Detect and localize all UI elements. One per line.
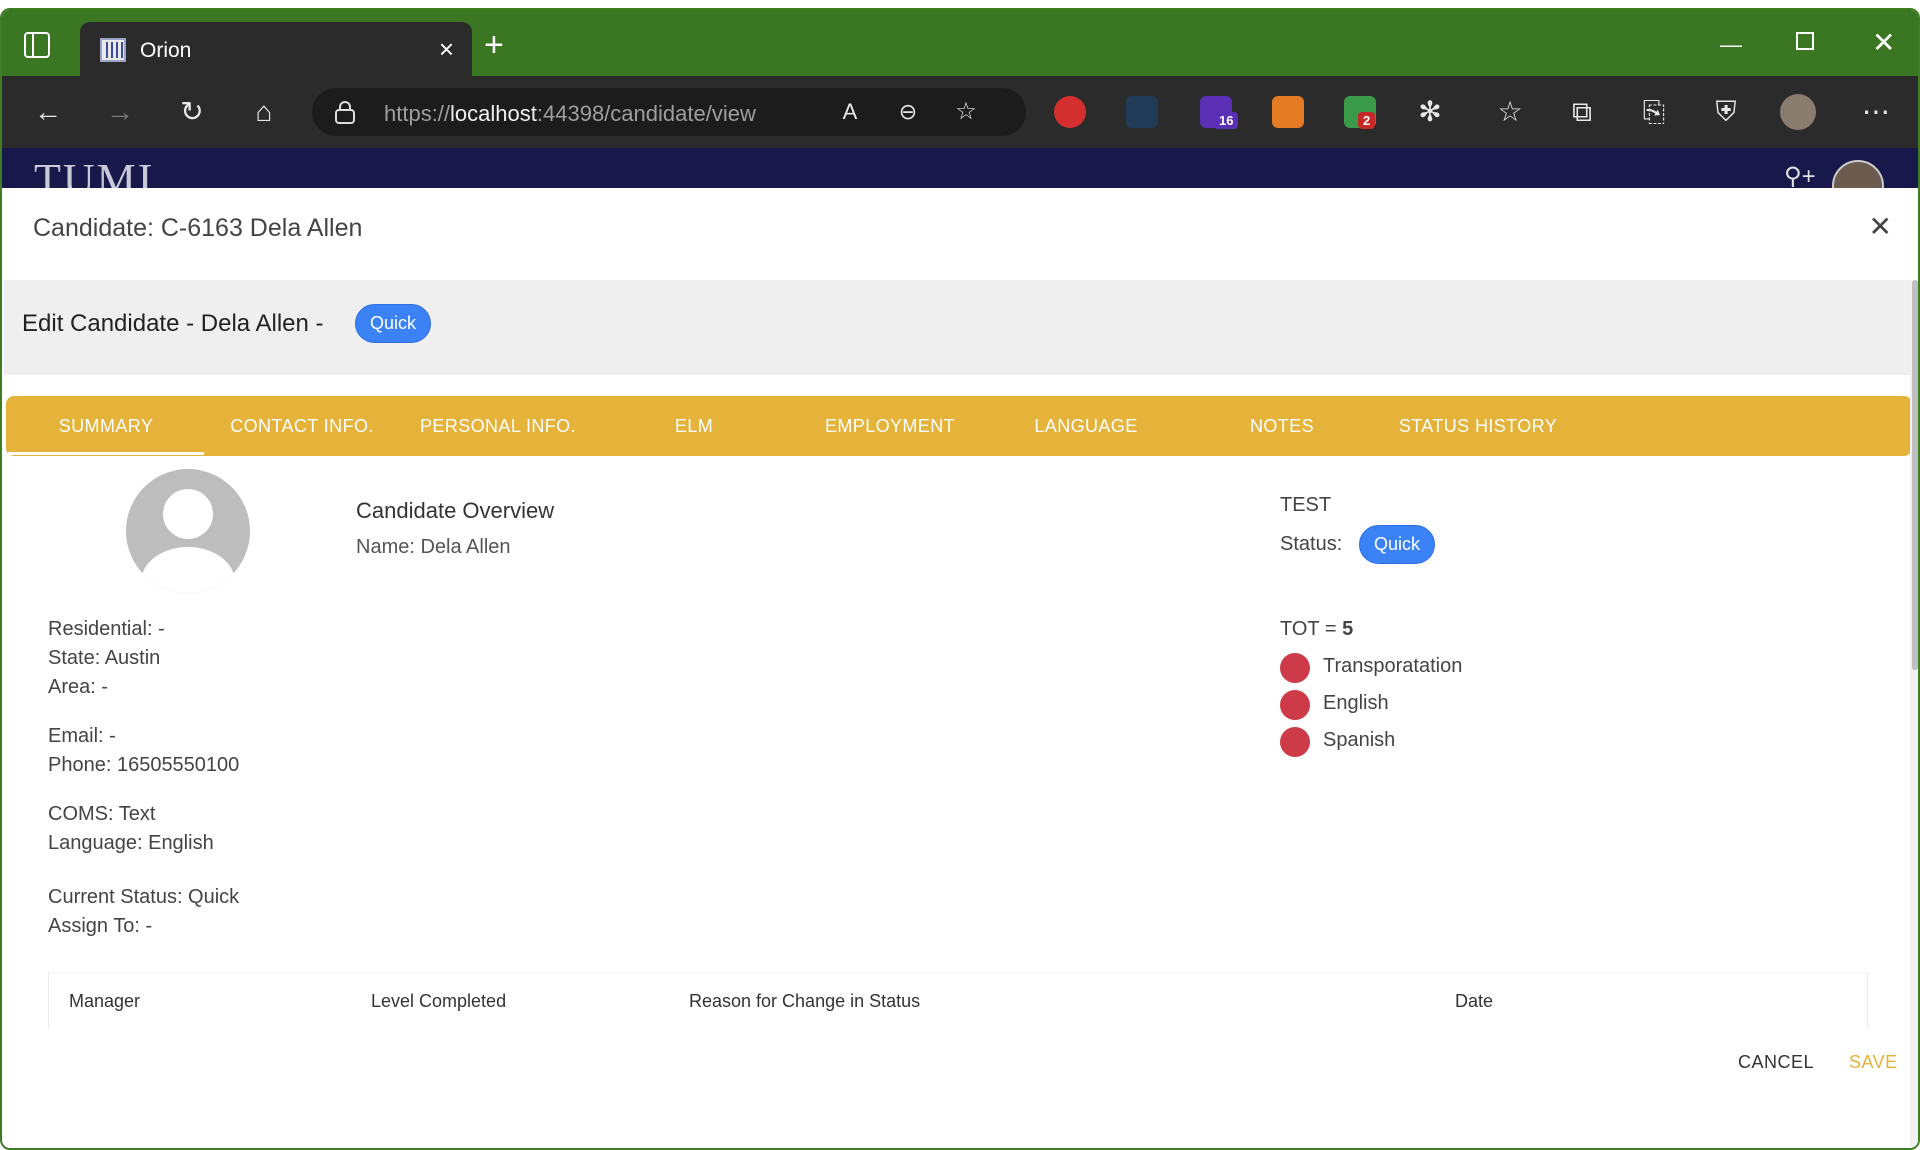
modal-scrollbar[interactable]: [1910, 280, 1918, 1148]
close-window-icon[interactable]: ✕: [1872, 26, 1895, 59]
modal-title: Candidate: C-6163 Dela Allen: [33, 214, 363, 242]
tot-label: TOT =: [1280, 618, 1343, 640]
col-reason[interactable]: Reason for Change in Status: [689, 991, 920, 1012]
status-history-grid: Manager Level Completed Reason for Chang…: [48, 972, 1868, 1028]
extensions-icon[interactable]: ✻: [1412, 94, 1448, 130]
home-icon[interactable]: ⌂: [246, 94, 282, 130]
read-aloud-icon[interactable]: A: [832, 94, 868, 130]
area-field: Area: -: [48, 676, 109, 698]
col-level-completed[interactable]: Level Completed: [371, 991, 506, 1012]
status-dot: [1280, 653, 1310, 683]
back-icon[interactable]: ←: [30, 94, 66, 130]
browser-window: Orion × + — ✕ ← → ↻ ⌂ https://localhost:…: [0, 8, 1920, 1150]
tab-elm[interactable]: ELM: [596, 416, 792, 437]
browser-tab[interactable]: Orion ×: [80, 22, 472, 78]
status-dot: [1280, 727, 1310, 757]
add-user-icon[interactable]: ⚲+: [1784, 162, 1816, 191]
checklist-item-3: Spanish: [1323, 729, 1396, 751]
current-status-field: Current Status: Quick: [48, 886, 240, 908]
edit-candidate-label: Edit Candidate - Dela Allen -: [22, 310, 324, 337]
status-label: Status:: [1280, 533, 1343, 555]
stop-extension-icon[interactable]: [1054, 96, 1086, 128]
tab-title: Orion: [140, 39, 192, 62]
coms-field: COMS: Text: [48, 803, 156, 825]
screen: Orion × + — ✕ ← → ↻ ⌂ https://localhost:…: [0, 0, 1920, 1150]
extension-badge-2: 2: [1358, 112, 1376, 129]
state-field: State: Austin: [48, 647, 161, 669]
save-button[interactable]: SAVE: [1849, 1052, 1898, 1073]
tab-language[interactable]: LANGUAGE: [988, 416, 1184, 437]
tab-employment[interactable]: EMPLOYMENT: [792, 416, 988, 437]
minimize-icon[interactable]: —: [1720, 32, 1742, 58]
active-tab-indicator: [8, 452, 204, 455]
forward-icon[interactable]: →: [102, 94, 138, 130]
tab-close-icon[interactable]: ×: [439, 36, 454, 62]
lock-icon[interactable]: [334, 100, 356, 124]
purple-extension-icon[interactable]: 16: [1200, 96, 1239, 129]
modal-close-icon[interactable]: ✕: [1869, 210, 1892, 243]
cancel-button[interactable]: CANCEL: [1738, 1052, 1814, 1073]
email-field: Email: -: [48, 725, 116, 747]
phone-field: Phone: 16505550100: [48, 754, 240, 776]
new-tab-icon[interactable]: +: [484, 28, 504, 62]
extension-badge: 16: [1214, 112, 1239, 129]
scrollbar-thumb[interactable]: [1912, 280, 1918, 670]
tab-personal-info[interactable]: PERSONAL INFO.: [400, 416, 596, 437]
overview-name: Name: Dela Allen: [356, 536, 511, 558]
edit-candidate-header: Edit Candidate - Dela Allen - Quick: [4, 280, 1910, 375]
checklist-item-2: English: [1323, 692, 1389, 714]
browser-tabstrip: Orion × + — ✕: [2, 10, 1918, 78]
candidate-modal: Candidate: C-6163 Dela Allen ✕ Edit Cand…: [4, 188, 1918, 1148]
security-icon[interactable]: ⛨: [1708, 94, 1744, 130]
address-bar[interactable]: https://localhost:44398/candidate/view A…: [312, 88, 1026, 136]
browser-toolbar: ← → ↻ ⌂ https://localhost:44398/candidat…: [2, 76, 1918, 148]
app-header: TUMI ⚲+: [2, 148, 1918, 212]
tab-status-history[interactable]: STATUS HISTORY: [1380, 416, 1576, 437]
tab-actions-icon[interactable]: [24, 32, 50, 58]
profile-avatar[interactable]: [1780, 94, 1816, 130]
maximize-icon[interactable]: [1796, 30, 1814, 56]
col-date[interactable]: Date: [1455, 991, 1493, 1012]
candidate-avatar: [126, 469, 250, 593]
share-icon[interactable]: ⎘: [1636, 94, 1672, 130]
status-dot: [1280, 690, 1310, 720]
test-label: TEST: [1280, 494, 1332, 516]
more-menu-icon[interactable]: ⋯: [1858, 94, 1894, 130]
tab-summary[interactable]: SUMMARY: [8, 416, 204, 437]
multicolor-extension-icon[interactable]: 2: [1344, 96, 1376, 129]
favorites-icon[interactable]: ☆: [1492, 94, 1528, 130]
col-manager[interactable]: Manager: [69, 991, 140, 1012]
metamask-icon[interactable]: [1272, 96, 1304, 128]
tab-notes[interactable]: NOTES: [1184, 416, 1380, 437]
residential-field: Residential: -: [48, 618, 165, 640]
collections-icon[interactable]: ⧉: [1564, 94, 1600, 130]
assign-to-field: Assign To: -: [48, 915, 153, 937]
tot-line: TOT = 5: [1280, 618, 1353, 641]
section-tabs: SUMMARY CONTACT INFO. PERSONAL INFO. ELM…: [6, 396, 1912, 456]
url-text: https://localhost:44398/candidate/view: [384, 101, 756, 126]
refresh-icon[interactable]: ↻: [174, 94, 210, 130]
checklist-item-1: Transporatation: [1323, 655, 1463, 677]
status-pill: Quick: [1359, 525, 1436, 564]
language-field: Language: English: [48, 832, 214, 854]
tot-value: 5: [1342, 618, 1354, 640]
site-favicon-icon: [100, 38, 126, 62]
tab-contact-info[interactable]: CONTACT INFO.: [204, 416, 400, 437]
add-favorite-icon[interactable]: ☆: [948, 94, 984, 130]
status-pill-header: Quick: [355, 304, 432, 343]
password-extension-icon[interactable]: [1126, 96, 1158, 128]
overview-title: Candidate Overview: [356, 498, 555, 523]
zoom-out-icon[interactable]: ⊖: [890, 94, 926, 130]
